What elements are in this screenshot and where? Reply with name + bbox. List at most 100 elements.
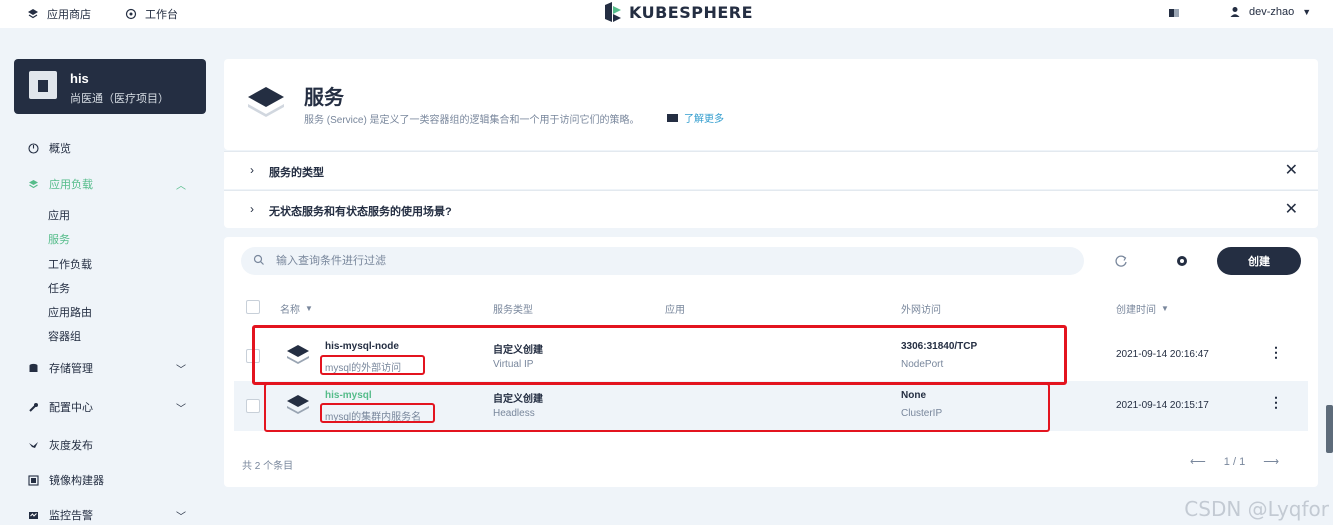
nav-workloads-label: 应用负载 (49, 179, 93, 191)
scrollbar-thumb[interactable] (1326, 405, 1333, 453)
table-row[interactable]: his-mysql mysql的集群内服务名 自定义创建 Headless No… (234, 381, 1308, 431)
chevron-down-icon: ﹀ (176, 511, 186, 523)
workbench-link[interactable]: 工作台 (125, 6, 178, 22)
wrench-icon (29, 402, 38, 412)
arrow-right-icon[interactable]: ⟶ (1263, 455, 1279, 468)
nav-apps[interactable]: 应用 (48, 207, 70, 223)
nav-routes[interactable]: 应用路由 (48, 304, 92, 320)
service-description: mysql的外部访问 (325, 363, 402, 374)
nav-workloads[interactable]: 应用负载 ︿ (28, 176, 198, 192)
service-type: 自定义创建 (493, 394, 543, 405)
nav-monitoring[interactable]: 监控告警 ﹀ (28, 507, 198, 523)
book-icon (667, 113, 678, 122)
row-checkbox[interactable] (246, 399, 260, 413)
created-time: 2021-09-14 20:16:47 (1116, 349, 1209, 360)
workbench-label: 工作台 (145, 9, 178, 21)
service-icon (287, 395, 309, 414)
close-icon[interactable]: ✕ (1285, 160, 1298, 180)
service-header-card: 服务 服务 (Service) 是定义了一类容器组的逻辑集合和一个用于访问它们的… (224, 59, 1318, 150)
nav-overview-label: 概览 (49, 143, 71, 155)
select-all-checkbox[interactable] (246, 300, 260, 314)
column-name-label: 名称 (280, 305, 300, 316)
more-actions-icon[interactable]: ⋮ (1269, 395, 1283, 409)
watermark: CSDN @Lyqfor (1184, 497, 1329, 521)
external-access-type: ClusterIP (901, 408, 943, 419)
user-icon (1230, 7, 1240, 17)
nav-overview[interactable]: 概览 (28, 140, 198, 156)
user-menu[interactable]: dev-zhao ▼ (1229, 6, 1311, 18)
learn-more-link[interactable]: 了解更多 (667, 110, 724, 125)
chevron-right-icon: › (250, 163, 254, 177)
nav-storage[interactable]: 存储管理 ﹀ (28, 360, 198, 376)
external-access: None (901, 390, 926, 401)
nav-monitoring-label: 监控告警 (49, 510, 93, 522)
nav-grayscale[interactable]: 灰度发布 (28, 437, 198, 453)
faq-item[interactable]: › 无状态服务和有状态服务的使用场景? ✕ (224, 190, 1318, 228)
app-store-link[interactable]: 应用商店 (27, 6, 91, 22)
notifications-button[interactable] (1168, 7, 1180, 19)
search-bar[interactable] (241, 247, 1084, 275)
page-description: 服务 (Service) 是定义了一类容器组的逻辑集合和一个用于访问它们的策略。 (304, 115, 640, 126)
nav-grayscale-label: 灰度发布 (49, 440, 93, 452)
nav-jobs[interactable]: 任务 (48, 280, 70, 296)
total-count: 共 2 个条目 (242, 461, 294, 472)
nav-workload[interactable]: 工作负载 (48, 256, 92, 272)
service-icon (287, 345, 309, 364)
project-icon (29, 71, 57, 99)
chevron-down-icon: ﹀ (176, 403, 186, 415)
nav-image-builder-label: 镜像构建器 (49, 475, 104, 487)
service-type-sub: Headless (493, 408, 535, 419)
nav-config[interactable]: 配置中心 ﹀ (28, 399, 198, 415)
service-name[interactable]: his-mysql (325, 390, 372, 401)
chevron-down-icon: ﹀ (176, 364, 186, 376)
workbench-icon (125, 8, 137, 20)
column-app: 应用 (665, 305, 685, 316)
table-header: 名称 ▼ 服务类型 应用 外网访问 创建时间 ▼ (234, 290, 1308, 330)
faq-question: 服务的类型 (269, 167, 324, 179)
app-store-icon (28, 9, 38, 19)
table-row[interactable]: his-mysql-node mysql的外部访问 自定义创建 Virtual … (234, 331, 1308, 381)
more-actions-icon[interactable]: ⋮ (1269, 345, 1283, 359)
caret-down-icon: ▼ (1302, 7, 1312, 17)
user-name: dev-zhao (1249, 6, 1295, 18)
project-card[interactable]: his 尚医通（医疗项目） (14, 59, 206, 114)
nav-pods[interactable]: 容器组 (48, 328, 81, 344)
service-icon (248, 87, 284, 117)
column-name[interactable]: 名称 ▼ (280, 301, 313, 316)
layers-icon (29, 179, 38, 188)
service-type: 自定义创建 (493, 345, 543, 356)
search-input[interactable] (276, 247, 1056, 275)
nav-config-label: 配置中心 (49, 402, 93, 414)
bird-icon (29, 441, 38, 448)
refresh-icon[interactable] (1113, 253, 1129, 269)
nav-image-builder[interactable]: 镜像构建器 (28, 472, 198, 488)
kubesphere-logo[interactable]: KUBESPHERE (603, 2, 753, 22)
create-button[interactable]: 创建 (1217, 247, 1301, 275)
close-icon[interactable]: ✕ (1285, 199, 1298, 219)
sort-icon: ▼ (305, 304, 313, 313)
gear-icon[interactable] (1174, 253, 1190, 269)
project-name: his (70, 71, 89, 86)
chevron-right-icon: › (250, 202, 254, 216)
top-bar: 应用商店 工作台 KUBESPHERE dev-zhao ▼ (0, 0, 1333, 28)
faq-item[interactable]: › 服务的类型 ✕ (224, 151, 1318, 189)
monitor-icon (29, 511, 38, 519)
column-created-label: 创建时间 (1116, 305, 1156, 316)
page-title: 服务 (304, 87, 344, 109)
image-builder-icon (28, 474, 39, 486)
search-icon (253, 254, 264, 265)
project-description: 尚医通（医疗项目） (70, 93, 169, 105)
document-icon (1169, 9, 1179, 17)
nav-services[interactable]: 服务 (48, 231, 70, 247)
row-checkbox[interactable] (246, 349, 260, 363)
service-name[interactable]: his-mysql-node (325, 341, 399, 352)
brand-name: KUBESPHERE (629, 2, 754, 22)
dashboard-icon (28, 142, 39, 154)
chevron-up-icon: ︿ (176, 180, 186, 192)
service-description: mysql的集群内服务名 (325, 412, 422, 423)
faq-question: 无状态服务和有状态服务的使用场景? (269, 206, 452, 218)
column-created[interactable]: 创建时间 ▼ (1116, 301, 1169, 316)
column-access: 外网访问 (901, 305, 941, 316)
database-icon (29, 363, 38, 372)
arrow-left-icon[interactable]: ⟵ (1190, 455, 1206, 468)
